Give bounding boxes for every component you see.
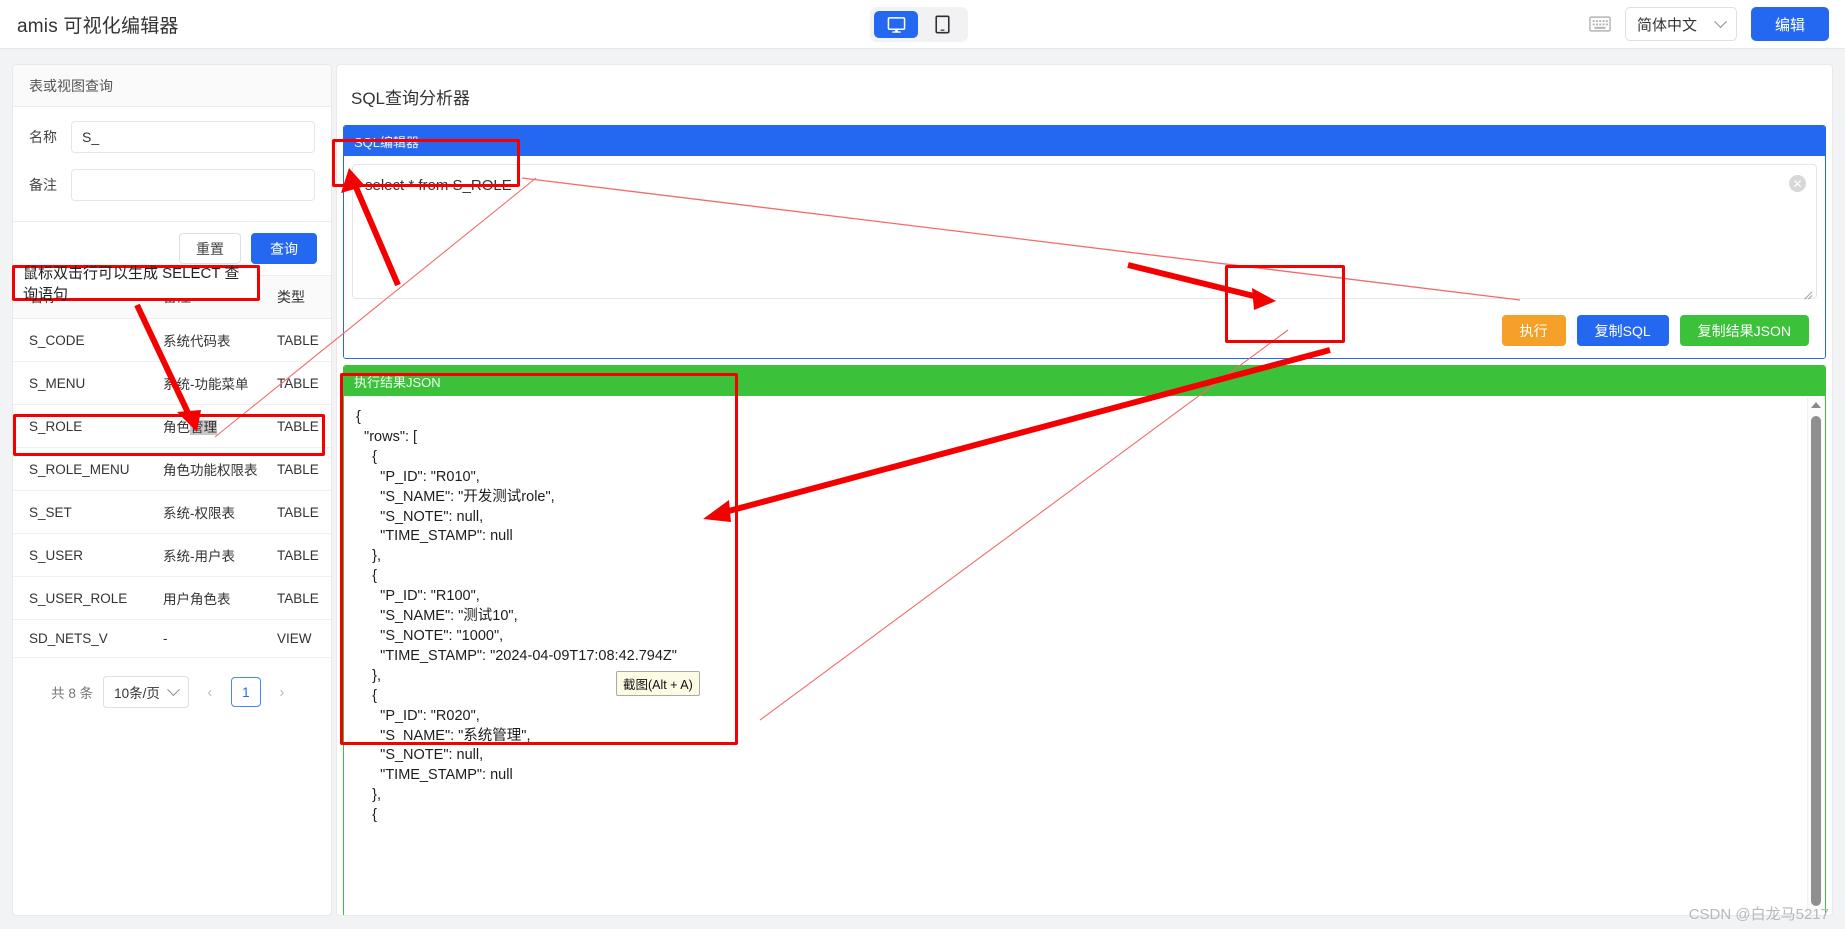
page-size-value: 10条/页 bbox=[114, 686, 160, 701]
keyboard-icon[interactable] bbox=[1589, 16, 1611, 32]
result-json-card: 执行结果JSON { "rows": [ { "P_ID": "R010", "… bbox=[343, 365, 1826, 915]
cell-type: TABLE bbox=[261, 490, 331, 534]
app-brand-title: amis 可视化编辑器 bbox=[17, 16, 179, 37]
cell-note: 系统-功能菜单 bbox=[147, 361, 261, 405]
resize-handle-icon[interactable] bbox=[1802, 289, 1813, 300]
column-header-name[interactable]: 名称 bbox=[13, 275, 147, 319]
cell-note: 用户角色表 bbox=[147, 576, 261, 620]
cell-type: TABLE bbox=[261, 533, 331, 577]
cell-type: VIEW bbox=[261, 619, 331, 658]
cell-name: S_USER_ROLE bbox=[13, 576, 147, 620]
name-input[interactable] bbox=[71, 121, 315, 153]
watermark: CSDN @白龙马5217 bbox=[1688, 906, 1829, 923]
result-json-text: { "rows": [ { "P_ID": "R010", "S_NAME": … bbox=[356, 409, 677, 824]
table-header-row: 名称 备注 类型 bbox=[13, 275, 331, 319]
table-row[interactable]: SD_NETS_V - VIEW bbox=[13, 619, 331, 658]
query-form-actions: 重置 查询 bbox=[13, 221, 331, 275]
tables-list-table: 名称 备注 类型 S_CODE 系统代码表 TABLE S_MENU 系统-功能… bbox=[13, 275, 331, 658]
language-select[interactable]: 简体中文 bbox=[1624, 7, 1737, 41]
sql-textarea-wrapper: select * from S_ROLE ✕ bbox=[352, 164, 1817, 304]
language-select-value: 简体中文 bbox=[1636, 16, 1697, 34]
column-header-type[interactable]: 类型 bbox=[261, 275, 331, 319]
query-form: 名称 备注 bbox=[13, 107, 331, 221]
form-row-note: 备注 bbox=[29, 169, 315, 201]
cell-note: 角色管理 bbox=[147, 404, 261, 448]
desktop-view-button[interactable] bbox=[874, 11, 918, 38]
note-input[interactable] bbox=[71, 169, 315, 201]
table-row[interactable]: S_MENU 系统-功能菜单 TABLE bbox=[13, 361, 331, 405]
cell-type: TABLE bbox=[261, 318, 331, 362]
cell-name: S_ROLE_MENU bbox=[13, 447, 147, 491]
table-row[interactable]: S_ROLE_MENU 角色功能权限表 TABLE bbox=[13, 447, 331, 491]
app-root: amis 可视化编辑器 简体中文 编辑 表或视图查询 名称 S_ 备注 重置 查… bbox=[0, 0, 1845, 929]
table-row-selected[interactable]: S_ROLE 角色管理 TABLE bbox=[13, 404, 331, 448]
reset-button[interactable]: 重置 bbox=[179, 233, 241, 264]
prev-page-button[interactable]: ‹ bbox=[199, 684, 221, 701]
scrollbar-thumb[interactable] bbox=[1811, 416, 1821, 906]
cell-type: TABLE bbox=[261, 361, 331, 405]
cell-name: S_MENU bbox=[13, 361, 147, 405]
sql-analyzer-panel: SQL查询分析器 SQL编辑器 select * from S_ROLE ✕ 执… bbox=[336, 64, 1833, 916]
result-scrollbar[interactable] bbox=[1807, 398, 1823, 915]
viewport-switch[interactable] bbox=[870, 7, 968, 42]
page-number-1[interactable]: 1 bbox=[230, 677, 261, 707]
table-row[interactable]: S_USER_ROLE 用户角色表 TABLE bbox=[13, 576, 331, 620]
sql-input[interactable]: select * from S_ROLE bbox=[352, 164, 1817, 299]
cell-type: TABLE bbox=[261, 576, 331, 620]
page-title: SQL查询分析器 bbox=[351, 89, 471, 108]
form-row-name: 名称 bbox=[29, 121, 315, 153]
pagination-total: 共 8 条 bbox=[51, 686, 94, 701]
copy-sql-button[interactable]: 复制SQL bbox=[1576, 315, 1669, 346]
result-json-body: { "rows": [ { "P_ID": "R010", "S_NAME": … bbox=[344, 396, 1825, 915]
note-field-label: 备注 bbox=[29, 177, 57, 193]
table-query-panel: 表或视图查询 名称 备注 重置 查询 名称 备注 类型 bbox=[12, 64, 332, 916]
tables-list-body: S_CODE 系统代码表 TABLE S_MENU 系统-功能菜单 TABLE … bbox=[13, 318, 331, 658]
cell-note: - bbox=[147, 619, 261, 658]
cell-name: S_ROLE bbox=[13, 404, 147, 448]
cell-name: S_USER bbox=[13, 533, 147, 577]
next-page-button[interactable]: › bbox=[271, 684, 293, 701]
sql-action-buttons: 执行 复制SQL 复制结果JSON bbox=[352, 304, 1817, 358]
cell-name: SD_NETS_V bbox=[13, 619, 147, 658]
table-row[interactable]: S_SET 系统-权限表 TABLE bbox=[13, 490, 331, 534]
sql-editor-card: SQL编辑器 select * from S_ROLE ✕ 执行 复制SQL 复… bbox=[343, 125, 1826, 359]
mobile-view-button[interactable] bbox=[920, 11, 964, 38]
cell-note: 系统-用户表 bbox=[147, 533, 261, 577]
execute-button[interactable]: 执行 bbox=[1501, 315, 1566, 346]
cell-note: 系统-权限表 bbox=[147, 490, 261, 534]
table-row[interactable]: S_CODE 系统代码表 TABLE bbox=[13, 318, 331, 362]
copy-result-json-button[interactable]: 复制结果JSON bbox=[1679, 315, 1809, 346]
cell-type: TABLE bbox=[261, 447, 331, 491]
clear-circle-x-icon[interactable]: ✕ bbox=[1789, 175, 1806, 192]
page-size-select[interactable]: 10条/页 bbox=[103, 676, 189, 708]
query-button[interactable]: 查询 bbox=[251, 233, 317, 264]
scroll-up-arrow-icon[interactable] bbox=[1811, 402, 1821, 408]
sql-editor-body: select * from S_ROLE ✕ 执行 复制SQL 复制结果JSON bbox=[344, 156, 1825, 358]
sql-editor-header: SQL编辑器 bbox=[344, 126, 1825, 156]
tables-list-header: 名称 备注 类型 bbox=[13, 275, 331, 319]
chevron-down-icon bbox=[1714, 14, 1727, 28]
cell-name: S_SET bbox=[13, 490, 147, 534]
cell-note-plain: 角色 bbox=[163, 420, 190, 435]
top-bar: amis 可视化编辑器 简体中文 编辑 bbox=[0, 0, 1845, 49]
screenshot-tooltip: 截图(Alt + A) bbox=[616, 671, 700, 696]
chevron-down-icon bbox=[167, 682, 180, 696]
table-row[interactable]: S_USER 系统-用户表 TABLE bbox=[13, 533, 331, 577]
desktop-monitor-icon bbox=[887, 16, 905, 33]
top-bar-right-group: 简体中文 编辑 bbox=[1589, 7, 1829, 41]
name-field-label: 名称 bbox=[29, 129, 57, 145]
cell-name: S_CODE bbox=[13, 318, 147, 362]
panel-header-title: 表或视图查询 bbox=[13, 65, 331, 107]
cell-type: TABLE bbox=[261, 404, 331, 448]
cell-note: 系统代码表 bbox=[147, 318, 261, 362]
edit-button[interactable]: 编辑 bbox=[1750, 7, 1829, 41]
column-header-note[interactable]: 备注 bbox=[147, 275, 261, 319]
cell-note: 角色功能权限表 bbox=[147, 447, 261, 491]
cell-note-selected-text: 管理 bbox=[190, 420, 217, 435]
mobile-phone-icon bbox=[934, 15, 950, 34]
pagination: 共 8 条 10条/页 ‹ 1 › bbox=[13, 658, 331, 708]
result-json-header: 执行结果JSON bbox=[344, 366, 1825, 396]
